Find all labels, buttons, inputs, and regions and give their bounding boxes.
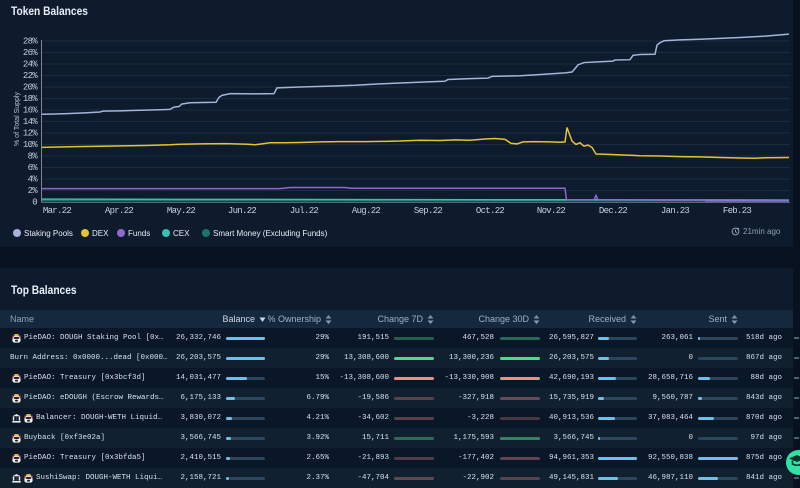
svg-text:Aug.22: Aug.22 [352,206,381,216]
svg-text:12%: 12% [23,129,38,139]
svg-text:Nov.22: Nov.22 [537,206,566,216]
svg-text:2%: 2% [28,186,39,196]
svg-text:Jun.22: Jun.22 [228,206,257,216]
svg-text:24%: 24% [23,60,38,70]
svg-text:14%: 14% [23,117,38,127]
svg-text:0: 0 [32,198,37,208]
svg-text:18%: 18% [23,94,38,104]
svg-text:Mar.22: Mar.22 [43,206,72,216]
svg-text:8%: 8% [28,152,39,162]
svg-text:% of Total Supply: % of Total Supply [14,92,21,146]
svg-text:6%: 6% [28,163,39,173]
svg-text:Oct.22: Oct.22 [476,206,505,216]
svg-text:May.22: May.22 [167,206,196,216]
svg-text:Apr.22: Apr.22 [105,206,134,216]
svg-text:22%: 22% [23,71,38,81]
svg-text:Sep.22: Sep.22 [414,206,443,216]
svg-text:Dec.22: Dec.22 [599,206,628,216]
svg-text:Feb.23: Feb.23 [723,206,752,216]
svg-text:26%: 26% [23,48,38,58]
svg-text:10%: 10% [23,140,38,150]
svg-text:4%: 4% [28,175,39,185]
svg-text:20%: 20% [23,83,38,93]
svg-text:Jul.22: Jul.22 [290,206,319,216]
svg-text:16%: 16% [23,106,38,116]
svg-text:Jan.23: Jan.23 [661,206,690,216]
svg-text:28%: 28% [23,37,38,47]
